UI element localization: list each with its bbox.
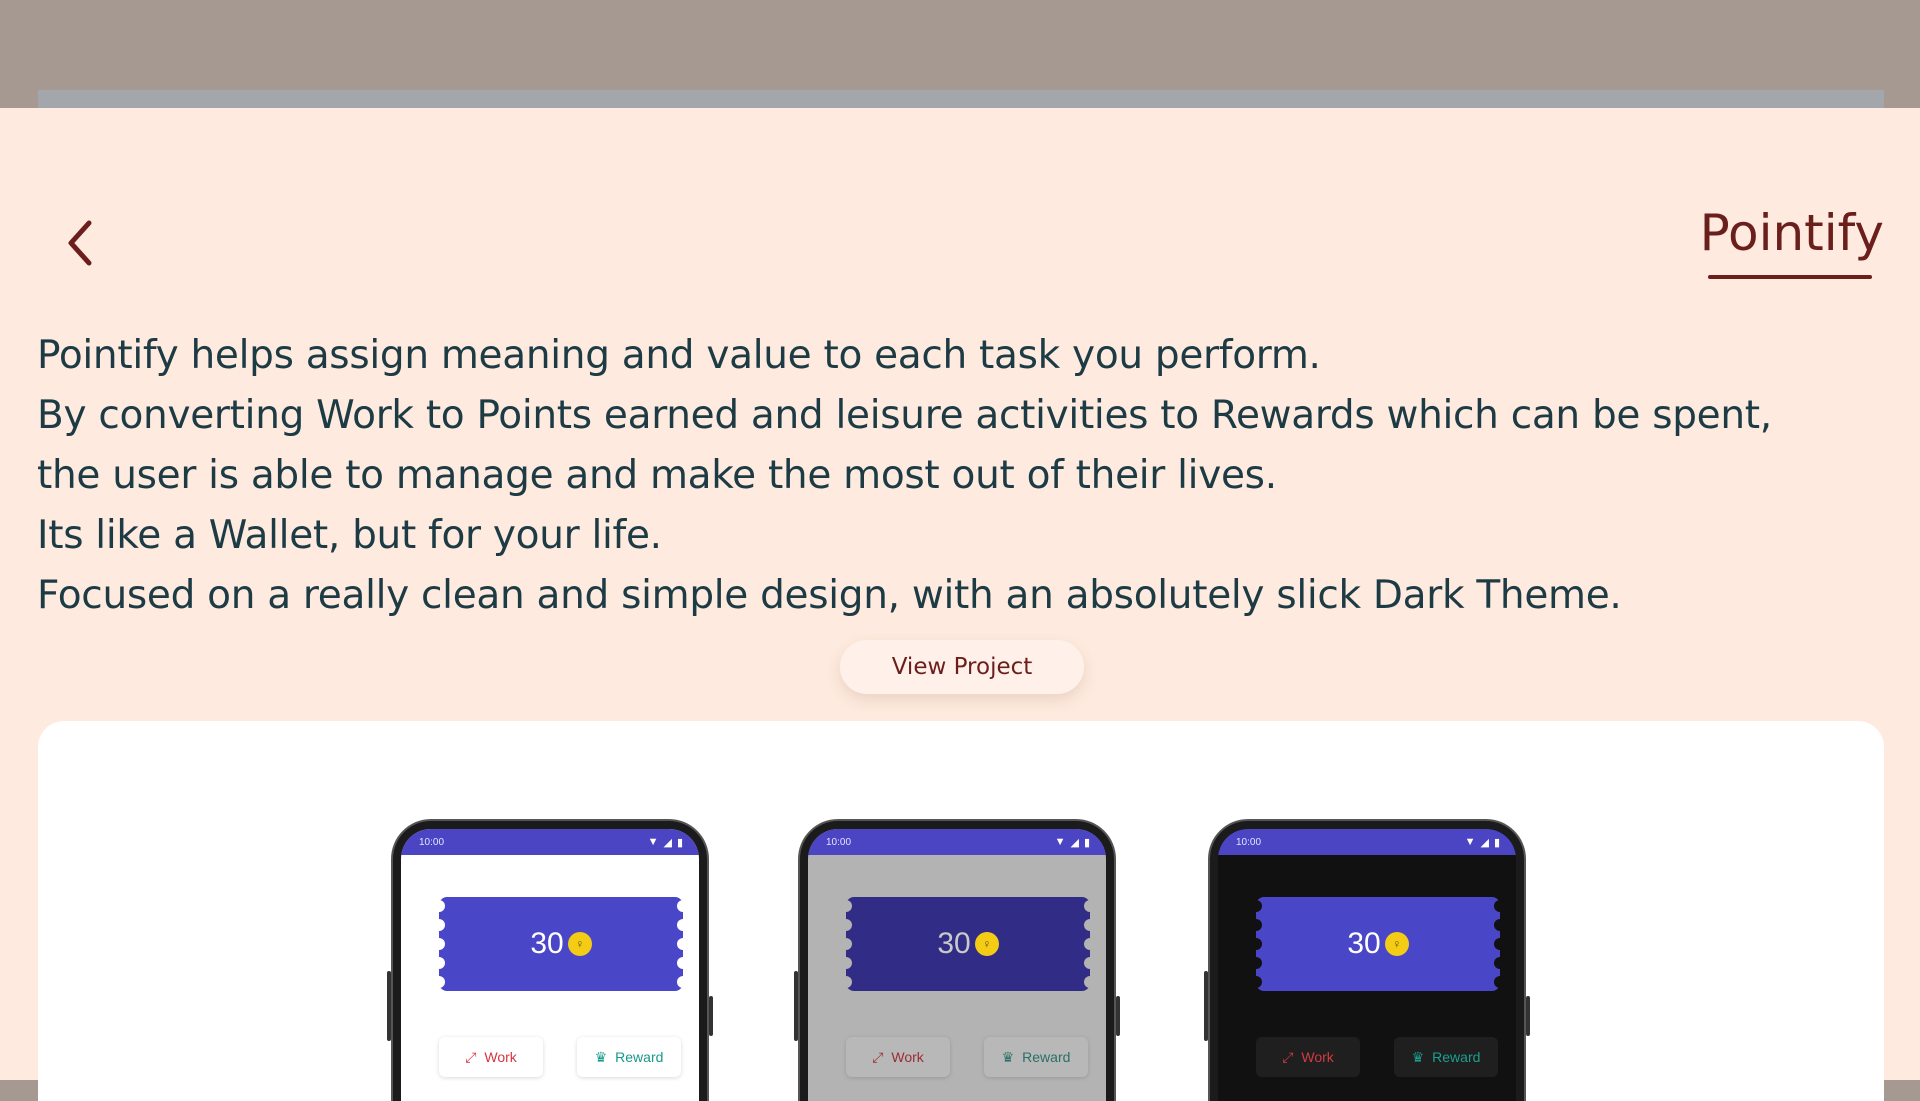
work-label: Work [484,1049,517,1065]
description-line: Focused on a really clean and simple des… [37,573,1622,618]
status-time: 10:00 [826,836,852,848]
description-line: Its like a Wallet, but for your life. [37,513,662,558]
back-button[interactable] [55,213,105,273]
phone-mockup-light: 10:00 ▼ ◢ ▮ 30 ♀ ⤢ Work ♛ Reward [387,821,713,1101]
dumbbell-icon: ⤢ [1282,1048,1294,1065]
coin-icon: ♀ [974,932,999,956]
description-line: Pointify helps assign meaning and value … [37,333,1321,378]
work-button[interactable]: ⤢ Work [439,1037,543,1077]
phone-screen: 10:00 ▼ ◢ ▮ 30 ♀ ⤢ Work ♛ Reward [808,829,1106,1101]
signal-icon: ◢ [663,836,672,849]
reward-button[interactable]: ♛ Reward [984,1037,1088,1077]
top-strip [38,90,1884,108]
wifi-icon: ▼ [1054,836,1066,848]
work-label: Work [1301,1049,1334,1065]
dumbbell-icon: ⤢ [872,1048,884,1065]
work-label: Work [891,1049,924,1065]
status-bar: 10:00 ▼ ◢ ▮ [1218,829,1516,855]
signal-icon: ◢ [1480,836,1489,849]
points-card: 30 ♀ [1250,897,1506,991]
title-underline [1708,275,1872,279]
reward-label: Reward [615,1049,664,1065]
points-value: 30 [530,927,564,960]
phone-screen: 10:00 ▼ ◢ ▮ 30 ♀ ⤢ Work ♛ Reward [1218,829,1516,1101]
page-title: Pointify [1699,204,1884,262]
status-time: 10:00 [419,836,445,848]
description-line: By converting Work to Points earned and … [37,393,1772,438]
points-card: 30 ♀ [840,897,1096,991]
phone-button [1116,996,1120,1036]
phone-button [387,971,391,1041]
coin-icon: ♀ [567,932,592,956]
battery-icon: ▮ [1083,836,1090,849]
status-bar: 10:00 ▼ ◢ ▮ [401,829,699,855]
trophy-icon: ♛ [1411,1048,1425,1065]
chevron-left-icon [68,220,92,266]
description-line: the user is able to manage and make the … [37,453,1277,498]
trophy-icon: ♛ [594,1048,608,1065]
status-bar: 10:00 ▼ ◢ ▮ [808,829,1106,855]
coin-icon: ♀ [1384,932,1409,956]
view-project-button[interactable]: View Project [840,640,1084,694]
points-value: 30 [937,927,971,960]
phone-button [709,996,713,1036]
work-button[interactable]: ⤢ Work [1256,1037,1360,1077]
phone-button [1526,996,1530,1036]
work-button[interactable]: ⤢ Work [846,1037,950,1077]
battery-icon: ▮ [676,836,683,849]
phone-button [794,971,798,1041]
reward-button[interactable]: ♛ Reward [577,1037,681,1077]
project-page: Pointify Pointify helps assign meaning a… [0,108,1920,1101]
phone-mockup-dark: 10:00 ▼ ◢ ▮ 30 ♀ ⤢ Work ♛ Reward [1204,821,1530,1101]
reward-label: Reward [1432,1049,1481,1065]
reward-label: Reward [1022,1049,1071,1065]
signal-icon: ◢ [1070,836,1079,849]
phone-button [1204,971,1208,1041]
project-description: Pointify helps assign meaning and value … [37,326,1897,626]
wifi-icon: ▼ [647,836,659,848]
phone-screen: 10:00 ▼ ◢ ▮ 30 ♀ ⤢ Work ♛ Reward [401,829,699,1101]
wifi-icon: ▼ [1464,836,1476,848]
phone-mockup-grey: 10:00 ▼ ◢ ▮ 30 ♀ ⤢ Work ♛ Reward [794,821,1120,1101]
reward-button[interactable]: ♛ Reward [1394,1037,1498,1077]
battery-icon: ▮ [1493,836,1500,849]
points-card: 30 ♀ [433,897,689,991]
points-value: 30 [1347,927,1381,960]
status-time: 10:00 [1236,836,1262,848]
dumbbell-icon: ⤢ [465,1048,477,1065]
screenshot-gallery: 10:00 ▼ ◢ ▮ 30 ♀ ⤢ Work ♛ Reward 10:00 ▼… [38,721,1884,1101]
trophy-icon: ♛ [1001,1048,1015,1065]
